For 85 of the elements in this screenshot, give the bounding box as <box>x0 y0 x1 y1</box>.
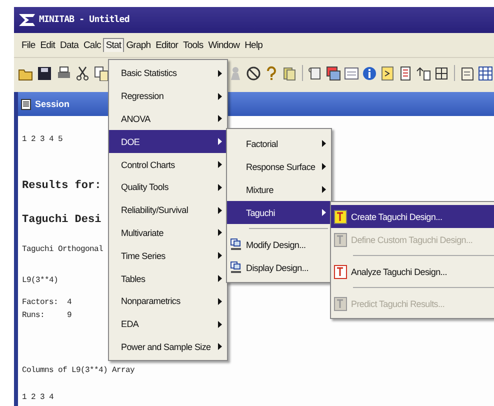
tg-square-icon <box>334 210 347 224</box>
report-icon[interactable] <box>380 66 395 80</box>
submenu-arrow-icon <box>322 163 326 170</box>
menu-item[interactable]: DOE <box>109 130 227 154</box>
submenu-arrow-icon <box>218 206 222 214</box>
menu-item[interactable]: Nonparametrics <box>109 290 227 313</box>
submenu-arrow-icon <box>218 138 222 146</box>
menu-item[interactable]: Help <box>242 38 266 52</box>
menu-item[interactable]: Taguchi <box>227 201 331 224</box>
menu-item[interactable]: Regression <box>109 84 227 108</box>
menu-item[interactable]: Data <box>58 38 81 52</box>
arrow-sheet-icon[interactable] <box>416 66 431 80</box>
session-text: Taguchi Orthogonal <box>22 245 104 255</box>
project-icon[interactable] <box>460 66 475 80</box>
menu-item: Predict Taguchi Results... <box>331 292 494 315</box>
submenu-arrow-icon <box>218 70 222 77</box>
greyed-square-icon <box>334 296 347 310</box>
session-text: Factors: 4 <box>22 298 72 308</box>
menu-item[interactable]: Basic Statistics <box>109 62 227 85</box>
menu-item[interactable]: Response Surface <box>227 155 331 178</box>
submenu-arrow-icon <box>218 184 222 191</box>
document-icon <box>21 98 31 110</box>
scissors-icon[interactable] <box>75 66 90 80</box>
printer-icon[interactable] <box>56 66 71 80</box>
submenu-arrow-icon <box>218 275 222 282</box>
table-icon[interactable] <box>478 66 493 80</box>
menu-item[interactable]: EDA <box>109 312 227 336</box>
no-sign-icon[interactable] <box>246 66 261 80</box>
session-text: Columns of L9(3**4) Array <box>22 366 135 376</box>
menu-item[interactable]: Quality Tools <box>109 176 227 199</box>
submenu-arrow-icon <box>322 186 326 193</box>
menu-item[interactable]: Edit <box>38 38 58 52</box>
scroll-icon[interactable] <box>308 66 323 80</box>
menu-item[interactable]: File <box>19 38 38 52</box>
session-text: 1 2 3 4 5 <box>22 135 63 145</box>
info-icon[interactable] <box>362 66 377 80</box>
session-text: 1 2 3 4 <box>22 393 54 403</box>
submenu-arrow-icon <box>218 92 222 100</box>
submenu-arrow-icon <box>218 320 222 328</box>
submenu-arrow-icon <box>218 161 222 168</box>
pages-icon[interactable] <box>282 66 297 80</box>
menu-item[interactable]: Tools <box>180 38 206 52</box>
menu-item[interactable]: Analyze Taguchi Design... <box>331 260 494 283</box>
session-heading: Taguchi Desi <box>22 214 102 226</box>
menu-item[interactable]: Control Charts <box>109 153 227 176</box>
menu-item[interactable]: Mixture <box>227 178 331 201</box>
menu-item: Define Custom Taguchi Design... <box>331 228 494 251</box>
sigma-logo-icon <box>18 13 36 27</box>
menu-item[interactable]: Editor <box>153 38 181 52</box>
menu-item[interactable]: Factorial <box>227 132 331 155</box>
tg-square-icon <box>334 264 347 278</box>
submenu-arrow-icon <box>322 209 326 216</box>
submenu-arrow-icon <box>218 343 222 350</box>
session-text: L9(3**4) <box>22 276 58 286</box>
copy-icon[interactable] <box>94 66 109 80</box>
menu-item[interactable]: Time Series <box>109 244 227 268</box>
grid-arrows-icon[interactable] <box>434 66 449 80</box>
menu-item[interactable]: ANOVA <box>109 108 227 130</box>
menu-item[interactable]: Calc <box>80 38 104 52</box>
submenu-arrow-icon <box>218 252 222 260</box>
menu-item[interactable]: Reliability/Survival <box>109 198 227 222</box>
submenu-arrow-icon <box>218 115 222 122</box>
window-list-icon[interactable] <box>344 66 359 80</box>
stacked-windows-icon[interactable] <box>326 66 341 80</box>
design-sheet-icon <box>230 261 242 274</box>
menu-item[interactable]: Display Design... <box>227 256 331 279</box>
menu-item[interactable]: Window <box>206 38 242 52</box>
submenu-arrow-icon <box>322 140 326 147</box>
menu-item[interactable]: Power and Sample Size <box>109 336 227 358</box>
window-title: MINITAB - Untitled <box>39 15 130 25</box>
menu-item[interactable]: Tables <box>109 267 227 290</box>
submenu-arrow-icon <box>218 229 222 236</box>
menu-item[interactable]: Create Taguchi Design... <box>331 205 494 228</box>
menu-item[interactable]: Modify Design... <box>227 233 331 256</box>
menu-item[interactable]: Graph <box>124 38 154 52</box>
session-title: Session <box>35 99 70 109</box>
menu-item[interactable]: Stat <box>103 38 124 52</box>
greyed-square-icon <box>334 232 347 246</box>
question-icon[interactable] <box>264 66 279 80</box>
session-text: Runs: 9 <box>22 311 72 321</box>
menu-item[interactable]: Multivariate <box>109 222 227 244</box>
notepad-icon[interactable] <box>398 66 413 80</box>
design-sheet-icon <box>230 238 242 251</box>
session-heading: Results for: <box>22 180 102 192</box>
submenu-arrow-icon <box>218 298 222 305</box>
